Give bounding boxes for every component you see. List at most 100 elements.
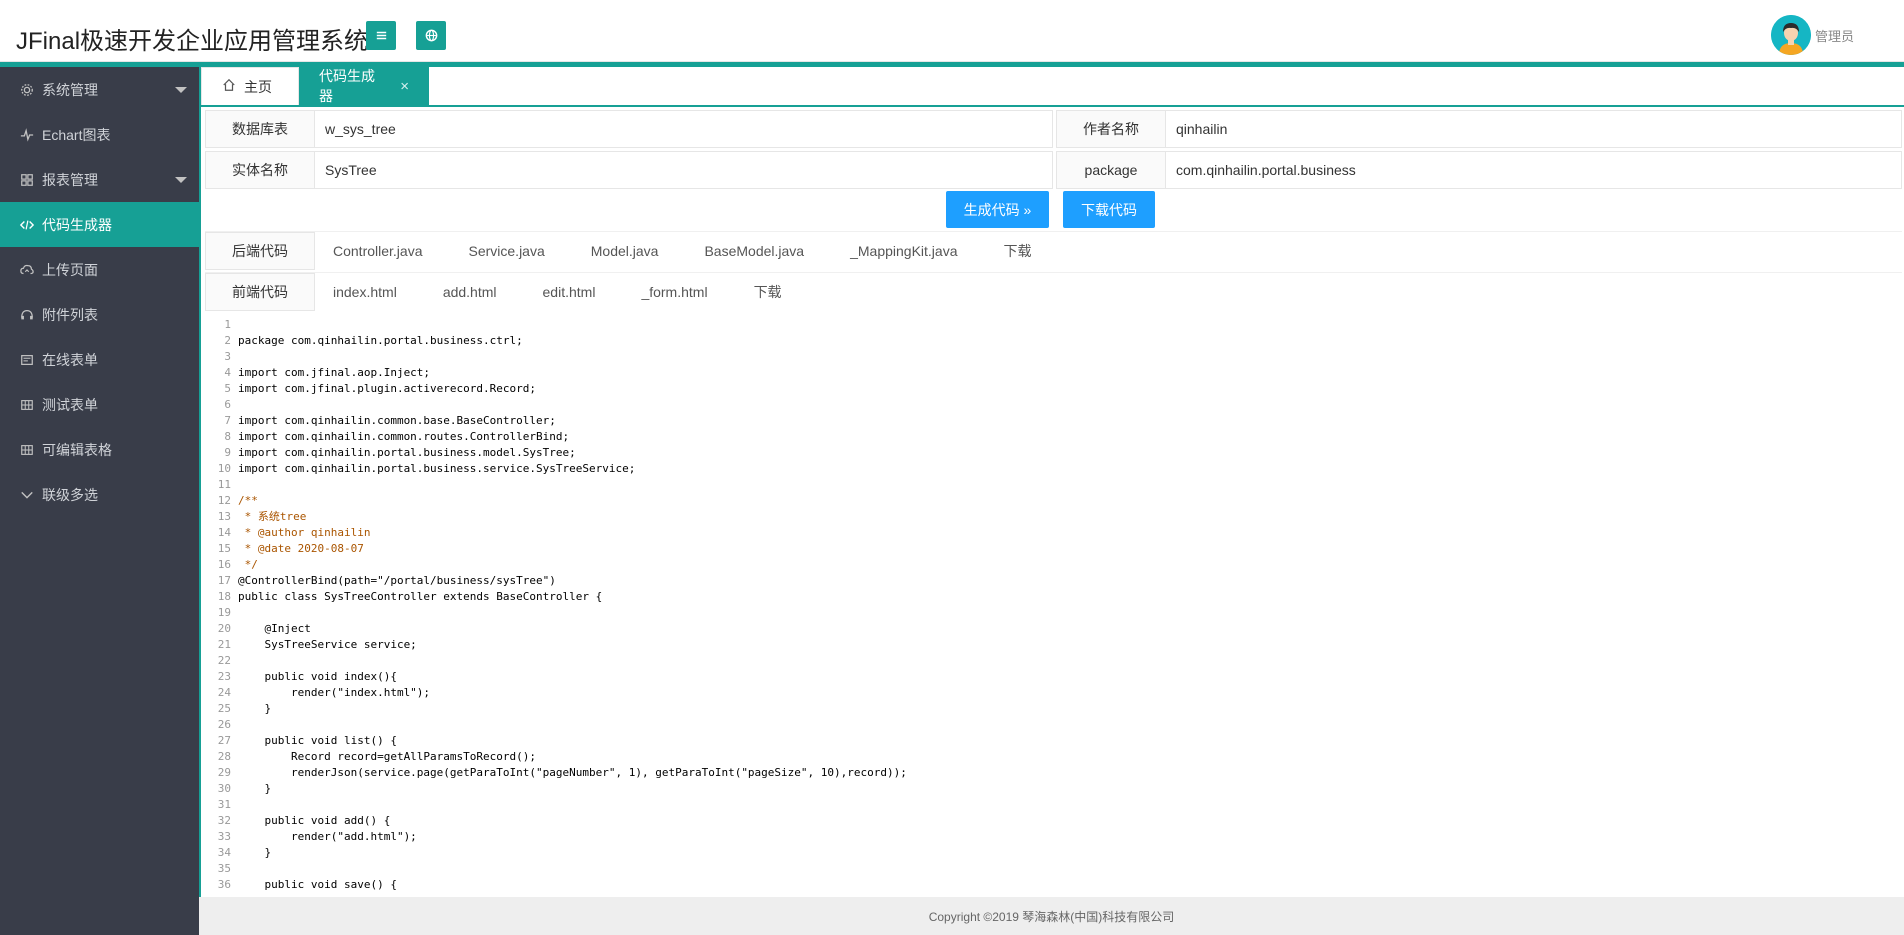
file-tab-model[interactable]: Model.java <box>591 232 659 270</box>
download-code-button[interactable]: 下载代码 <box>1063 191 1155 228</box>
user-menu[interactable]: 管理员 <box>1770 15 1854 55</box>
code-line: 20 @Inject <box>205 621 1902 637</box>
menu-toggle-button[interactable] <box>366 21 396 50</box>
sidebar-item-upload[interactable]: 上传页面 <box>0 247 199 292</box>
home-icon <box>222 78 244 95</box>
headset-icon <box>20 307 42 323</box>
code-line: 9 import com.qinhailin.portal.business.mo… <box>205 445 1902 461</box>
code-line: 10 import com.qinhailin.portal.business.s… <box>205 461 1902 477</box>
sidebar-item-code-generator[interactable]: 代码生成器 <box>0 202 199 247</box>
line-number: 18 <box>217 590 231 603</box>
sidebar: 系统管理 Echart图表 报表管理 代码生成器 上传页面 附件列表 在线表单 … <box>0 67 199 935</box>
code-line: 31 <box>205 797 1902 813</box>
chevron-down-icon <box>20 487 42 503</box>
sidebar-item-cascade-select[interactable]: 联级多选 <box>0 472 199 517</box>
footer: Copyright ©2019 琴海森林(中国)科技有限公司 <box>199 897 1904 935</box>
code-text: public void list() { <box>238 734 397 747</box>
line-number: 11 <box>217 478 231 491</box>
sidebar-item-label: 上传页面 <box>42 261 98 278</box>
line-number: 21 <box>217 638 231 651</box>
top-header: JFinal极速开发企业应用管理系统 管理员 <box>0 0 1904 62</box>
line-number: 35 <box>217 862 231 875</box>
file-tab-basemodel[interactable]: BaseModel.java <box>704 232 804 270</box>
sidebar-item-editable-table[interactable]: 可编辑表格 <box>0 427 199 472</box>
sidebar-item-label: 系统管理 <box>42 81 98 98</box>
code-line: 34 } <box>205 845 1902 861</box>
file-tab-form[interactable]: _form.html <box>641 273 707 311</box>
code-line: 18 public class SysTreeController extends… <box>205 589 1902 605</box>
code-line: 25 } <box>205 701 1902 717</box>
sidebar-item-online-form[interactable]: 在线表单 <box>0 337 199 382</box>
code-text: public void save() { <box>238 878 397 891</box>
sidebar-item-system[interactable]: 系统管理 <box>0 67 199 112</box>
line-number: 24 <box>217 686 231 699</box>
line-number: 4 <box>224 366 231 379</box>
backend-label: 后端代码 <box>205 232 315 270</box>
code-text: render("index.html"); <box>238 686 431 699</box>
generate-code-button[interactable]: 生成代码 » <box>946 191 1049 228</box>
sidebar-item-attachments[interactable]: 附件列表 <box>0 292 199 337</box>
tab-home[interactable]: 主页 <box>201 67 299 105</box>
globe-button[interactable] <box>416 21 446 50</box>
file-tab-index[interactable]: index.html <box>333 273 397 311</box>
avatar-icon <box>1770 15 1811 55</box>
db-table-input[interactable]: w_sys_tree <box>315 110 1053 148</box>
close-icon[interactable]: × <box>400 78 409 95</box>
avatar <box>1770 15 1811 55</box>
sidebar-item-test-form[interactable]: 测试表单 <box>0 382 199 427</box>
code-line: 4 import com.jfinal.aop.Inject; <box>205 365 1902 381</box>
code-text: import com.jfinal.plugin.activerecord.Re… <box>238 382 537 395</box>
sidebar-item-report[interactable]: 报表管理 <box>0 157 199 202</box>
line-number: 7 <box>224 414 231 427</box>
code-line: 22 <box>205 653 1902 669</box>
code-line: 6 <box>205 397 1902 413</box>
line-number: 33 <box>217 830 231 843</box>
sidebar-item-label: 可编辑表格 <box>42 441 112 458</box>
code-text: /** <box>238 494 258 507</box>
caret-down-icon <box>175 177 187 183</box>
sidebar-item-label: 附件列表 <box>42 306 98 323</box>
main-content: 主页 代码生成器 × 数据库表 w_sys_tree 作者名称 qinhaili… <box>199 67 1904 897</box>
line-number: 20 <box>217 622 231 635</box>
code-text: */ <box>238 558 258 571</box>
tab-code-generator[interactable]: 代码生成器 × <box>299 67 429 105</box>
sidebar-item-echart[interactable]: Echart图表 <box>0 112 199 157</box>
code-line: 27 public void list() { <box>205 733 1902 749</box>
sidebar-item-label: 联级多选 <box>42 486 98 503</box>
code-line: 28 Record record=getAllParamsToRecord(); <box>205 749 1902 765</box>
file-tab-edit[interactable]: edit.html <box>543 273 596 311</box>
code-text: public void add() { <box>238 814 391 827</box>
author-input[interactable]: qinhailin <box>1166 110 1902 148</box>
line-number: 16 <box>217 558 231 571</box>
package-input[interactable]: com.qinhailin.portal.business <box>1166 151 1902 189</box>
file-tab-mappingkit[interactable]: _MappingKit.java <box>850 232 957 270</box>
form-icon <box>20 352 42 368</box>
code-line: 21 SysTreeService service; <box>205 637 1902 653</box>
line-number: 23 <box>217 670 231 683</box>
line-number: 25 <box>217 702 231 715</box>
code-line: 35 <box>205 861 1902 877</box>
file-tab-service[interactable]: Service.java <box>469 232 545 270</box>
backend-download-link[interactable]: 下载 <box>1004 232 1032 270</box>
form-row-table: 数据库表 w_sys_tree 作者名称 qinhailin <box>205 110 1902 148</box>
line-number: 32 <box>217 814 231 827</box>
line-number: 15 <box>217 542 231 555</box>
tab-active-label: 代码生成器 <box>319 68 375 104</box>
cloud-upload-icon <box>20 262 42 278</box>
file-tab-add[interactable]: add.html <box>443 273 497 311</box>
code-line: 7 import com.qinhailin.common.base.BaseCo… <box>205 413 1902 429</box>
code-line: 32 public void add() { <box>205 813 1902 829</box>
code-viewer[interactable]: 1 2 package com.qinhailin.portal.business.… <box>205 317 1902 899</box>
line-number: 29 <box>217 766 231 779</box>
frontend-label: 前端代码 <box>205 273 315 311</box>
code-line: 23 public void index(){ <box>205 669 1902 685</box>
code-text: @Inject <box>238 622 311 635</box>
globe-icon <box>425 29 437 42</box>
frontend-download-link[interactable]: 下载 <box>754 273 782 311</box>
user-name: 管理员 <box>1814 28 1854 44</box>
entity-input[interactable]: SysTree <box>315 151 1053 189</box>
line-number: 6 <box>224 398 231 411</box>
file-tab-controller[interactable]: Controller.java <box>333 232 423 270</box>
sidebar-item-label: 测试表单 <box>42 396 98 413</box>
author-label: 作者名称 <box>1056 110 1166 148</box>
